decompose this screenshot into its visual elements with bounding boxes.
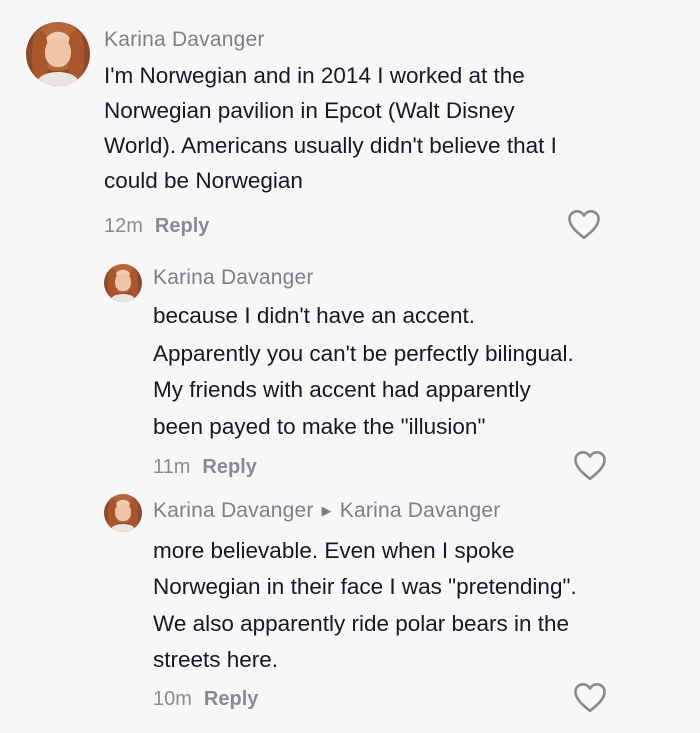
comment-line: Apparently you can't be perfectly biling… — [153, 341, 574, 366]
reply-button[interactable]: Reply — [204, 688, 258, 710]
comment-line: I'm Norwegian and in 2014 I worked at th… — [104, 63, 525, 88]
comment-line: could be Norwegian — [104, 168, 303, 193]
comment-line: My friends with accent had apparently — [153, 377, 531, 402]
heart-outline-icon[interactable] — [572, 681, 608, 713]
heart-outline-icon[interactable] — [572, 449, 608, 481]
comment-line: Norwegian pavilion in Epcot (Walt Disney — [104, 98, 515, 123]
reply-button[interactable]: Reply — [202, 456, 256, 478]
comment-timestamp: 12m — [104, 215, 143, 237]
comment-username[interactable]: Karina Davanger — [104, 28, 265, 52]
reply-button[interactable]: Reply — [155, 215, 209, 237]
comment-line: because I didn't have an accent. — [153, 303, 476, 328]
comment-line: been payed to make the "illusion" — [153, 414, 486, 439]
comment-username-row: Karina Davanger ▶ Karina Davanger — [153, 499, 500, 523]
avatar[interactable] — [104, 494, 142, 532]
comment-meta: 12m Reply — [104, 215, 209, 238]
comment-timestamp: 11m — [153, 456, 191, 478]
comment-meta: 10m Reply — [153, 688, 258, 711]
comment-line: Norwegian in their face I was "pretendin… — [153, 574, 577, 599]
comment-line: streets here. — [153, 647, 279, 672]
avatar[interactable] — [104, 264, 142, 302]
reply-to-username[interactable]: Karina Davanger — [340, 499, 501, 522]
comment-line: We also apparently ride polar bears in t… — [153, 611, 570, 636]
comment-username[interactable]: Karina Davanger — [153, 499, 314, 522]
comment-timestamp: 10m — [153, 688, 192, 710]
comment-meta: 11m Reply — [153, 456, 257, 479]
comment-username[interactable]: Karina Davanger — [153, 266, 314, 290]
comment-line: World). Americans usually didn't believe… — [104, 133, 557, 158]
comment-line: more believable. Even when I spoke — [153, 538, 515, 563]
reply-arrow-icon: ▶ — [321, 503, 332, 518]
avatar[interactable] — [26, 22, 90, 86]
heart-outline-icon[interactable] — [566, 208, 602, 240]
